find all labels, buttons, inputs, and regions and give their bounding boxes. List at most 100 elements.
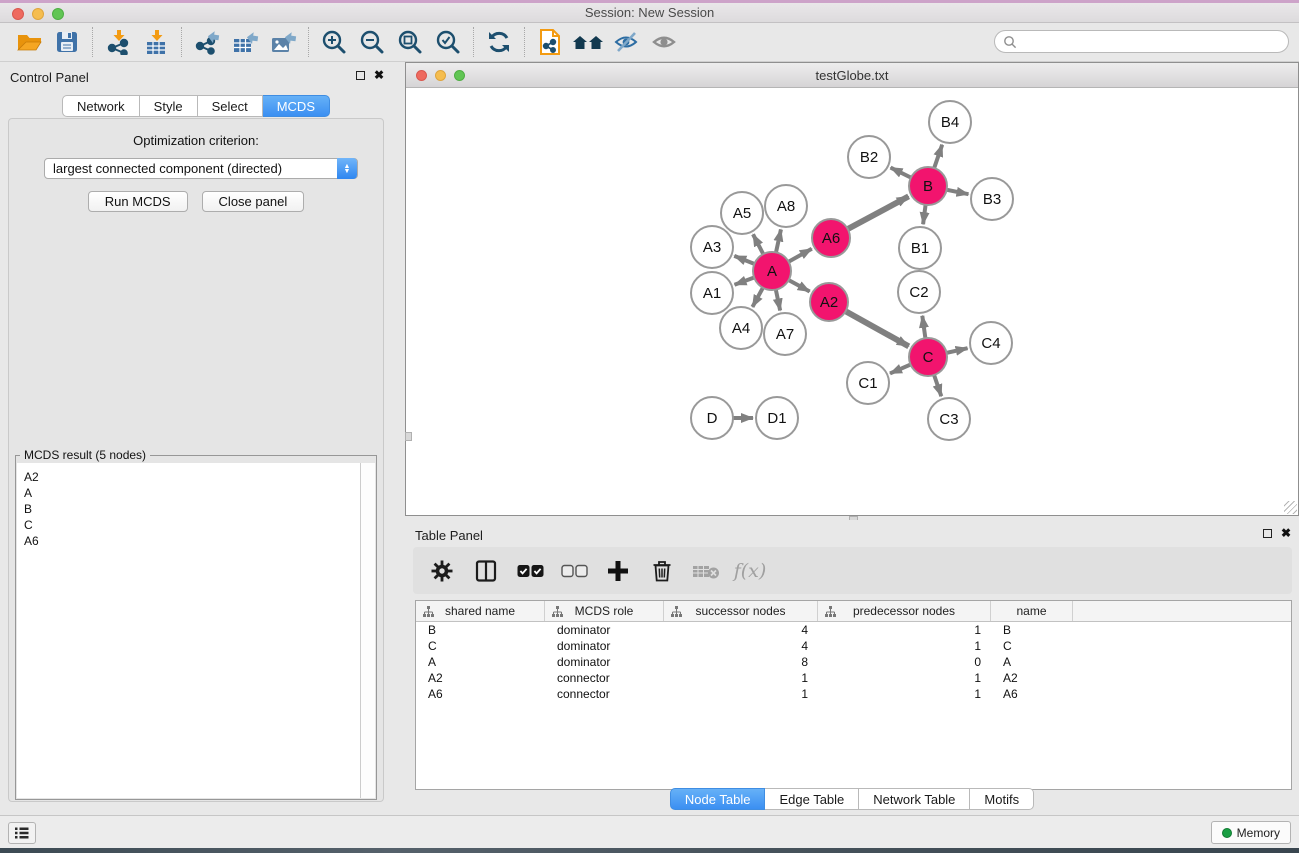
table-cell[interactable]: A6	[416, 686, 545, 702]
run-mcds-button[interactable]: Run MCDS	[88, 191, 188, 212]
network-window-titlebar[interactable]: testGlobe.txt	[406, 63, 1298, 88]
column-header-shared-name[interactable]: shared name	[416, 601, 545, 621]
hide-selected-button[interactable]	[607, 26, 645, 58]
table-cell[interactable]: 4	[664, 622, 818, 638]
tab-style[interactable]: Style	[140, 95, 198, 117]
column-header-predecessor-nodes[interactable]: predecessor nodes	[818, 601, 991, 621]
delete-table-button[interactable]	[691, 556, 721, 586]
node-table[interactable]: shared nameMCDS rolesuccessor nodesprede…	[415, 600, 1292, 790]
graph-node-A3[interactable]: A3	[691, 226, 733, 268]
table-cell[interactable]: 1	[818, 686, 991, 702]
open-session-button[interactable]	[10, 26, 48, 58]
refresh-button[interactable]	[480, 26, 518, 58]
table-cell[interactable]: 1	[818, 670, 991, 686]
close-panel-icon[interactable]: ✖	[1281, 528, 1291, 538]
close-panel-icon[interactable]: ✖	[374, 70, 384, 80]
tab-network[interactable]: Network	[62, 95, 140, 117]
graph-node-C1[interactable]: C1	[847, 362, 889, 404]
table-cell[interactable]: 8	[664, 654, 818, 670]
search-input[interactable]	[1017, 35, 1280, 49]
export-table-button[interactable]	[226, 26, 264, 58]
zoom-selected-button[interactable]	[429, 26, 467, 58]
table-cell[interactable]: dominator	[545, 638, 664, 654]
create-column-button[interactable]	[603, 556, 633, 586]
task-history-button[interactable]	[8, 822, 36, 844]
table-cell[interactable]: C	[416, 638, 545, 654]
table-cell[interactable]: connector	[545, 686, 664, 702]
zoom-fit-button[interactable]	[391, 26, 429, 58]
graph-node-D1[interactable]: D1	[756, 397, 798, 439]
table-cell[interactable]: dominator	[545, 654, 664, 670]
graph-node-B4[interactable]: B4	[929, 101, 971, 143]
delete-column-button[interactable]	[647, 556, 677, 586]
network-canvas[interactable]: B4B2BB3B1A5A8A6A3AA1A2C2A4A7C4CC1C3DD1	[406, 89, 1298, 515]
search-field[interactable]	[994, 30, 1289, 53]
table-row[interactable]: Cdominator41C	[416, 638, 1291, 654]
table-cell[interactable]: dominator	[545, 622, 664, 638]
graph-node-C2[interactable]: C2	[898, 271, 940, 313]
table-cell[interactable]: A2	[991, 670, 1073, 686]
float-panel-icon[interactable]	[1263, 529, 1272, 538]
window-resize-grip[interactable]	[1284, 501, 1297, 514]
tab-network-table[interactable]: Network Table	[859, 788, 970, 810]
table-cell[interactable]: 1	[818, 622, 991, 638]
result-item[interactable]: C	[24, 517, 360, 533]
tab-mcds[interactable]: MCDS	[263, 95, 330, 117]
export-network-button[interactable]	[188, 26, 226, 58]
graph-node-A1[interactable]: A1	[691, 272, 733, 314]
function-builder-button[interactable]: f(x)	[735, 556, 765, 586]
table-cell[interactable]: A	[991, 654, 1073, 670]
deselect-all-rows-button[interactable]	[559, 556, 589, 586]
table-cell[interactable]: connector	[545, 670, 664, 686]
tab-select[interactable]: Select	[198, 95, 263, 117]
graph-node-A6[interactable]: A6	[812, 219, 850, 257]
graph-node-A8[interactable]: A8	[765, 185, 807, 227]
import-table-button[interactable]	[137, 26, 175, 58]
result-scrollbar[interactable]	[361, 463, 375, 798]
import-network-button[interactable]	[99, 26, 137, 58]
graph-node-B[interactable]: B	[909, 167, 947, 205]
graph-node-A4[interactable]: A4	[720, 307, 762, 349]
graph-node-A7[interactable]: A7	[764, 313, 806, 355]
column-header-successor-nodes[interactable]: successor nodes	[664, 601, 818, 621]
table-cell[interactable]: 1	[664, 670, 818, 686]
tab-edge-table[interactable]: Edge Table	[765, 788, 859, 810]
column-header-MCDS-role[interactable]: MCDS role	[545, 601, 664, 621]
zoom-out-button[interactable]	[353, 26, 391, 58]
show-columns-button[interactable]	[471, 556, 501, 586]
save-session-button[interactable]	[48, 26, 86, 58]
table-cell[interactable]: 4	[664, 638, 818, 654]
table-cell[interactable]: A6	[991, 686, 1073, 702]
table-cell[interactable]: B	[991, 622, 1073, 638]
table-cell[interactable]: A	[416, 654, 545, 670]
new-network-from-selection-button[interactable]	[531, 26, 569, 58]
table-cell[interactable]: 1	[664, 686, 818, 702]
first-neighbors-button[interactable]	[569, 26, 607, 58]
result-item[interactable]: A2	[24, 469, 360, 485]
export-image-button[interactable]	[264, 26, 302, 58]
graph-node-A5[interactable]: A5	[721, 192, 763, 234]
show-all-button[interactable]	[645, 26, 683, 58]
graph-node-C3[interactable]: C3	[928, 398, 970, 440]
graph-node-A2[interactable]: A2	[810, 283, 848, 321]
graph-node-B2[interactable]: B2	[848, 136, 890, 178]
table-cell[interactable]: B	[416, 622, 545, 638]
graph-node-B1[interactable]: B1	[899, 227, 941, 269]
zoom-in-button[interactable]	[315, 26, 353, 58]
splitter-grip[interactable]	[405, 432, 412, 441]
graph-node-C4[interactable]: C4	[970, 322, 1012, 364]
mcds-result-list[interactable]: A2ABCA6	[17, 463, 361, 798]
graph-node-B3[interactable]: B3	[971, 178, 1013, 220]
select-all-rows-button[interactable]	[515, 556, 545, 586]
column-header-name[interactable]: name	[991, 601, 1073, 621]
result-item[interactable]: A6	[24, 533, 360, 549]
table-cell[interactable]: A2	[416, 670, 545, 686]
table-row[interactable]: Bdominator41B	[416, 622, 1291, 638]
memory-button[interactable]: Memory	[1211, 821, 1291, 844]
table-cell[interactable]: 1	[818, 638, 991, 654]
table-cell[interactable]: C	[991, 638, 1073, 654]
network-graph[interactable]: B4B2BB3B1A5A8A6A3AA1A2C2A4A7C4CC1C3DD1	[406, 89, 1298, 515]
tab-node-table[interactable]: Node Table	[670, 788, 766, 810]
graph-node-A[interactable]: A	[753, 252, 791, 290]
tab-motifs[interactable]: Motifs	[970, 788, 1034, 810]
